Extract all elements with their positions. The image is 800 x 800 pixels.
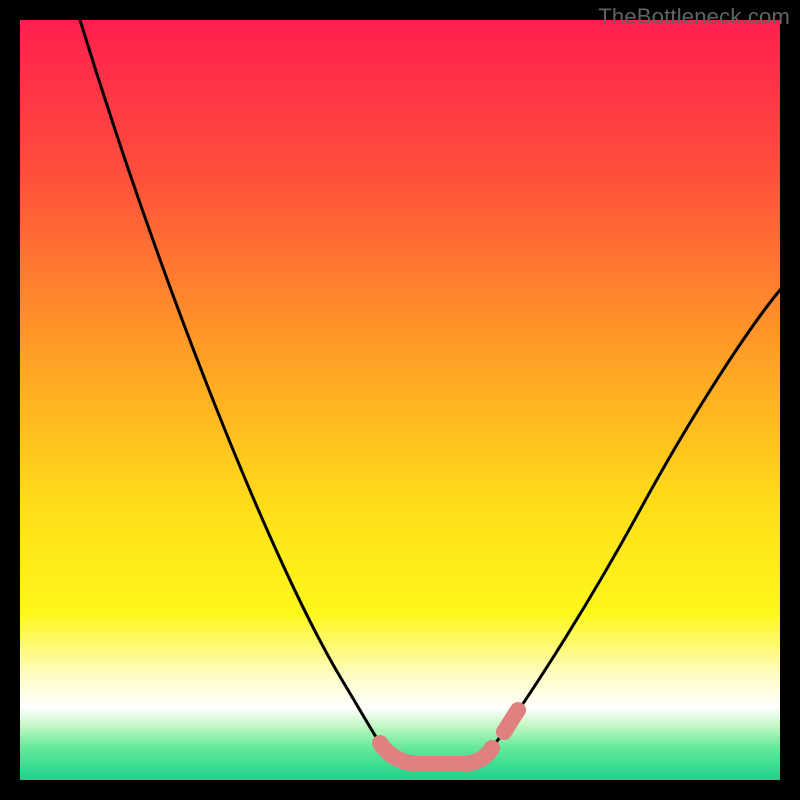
chart-frame: TheBottleneck.com bbox=[0, 0, 800, 800]
watermark-text: TheBottleneck.com bbox=[598, 4, 790, 30]
bottleneck-chart bbox=[20, 20, 780, 780]
gradient-background bbox=[20, 20, 780, 780]
